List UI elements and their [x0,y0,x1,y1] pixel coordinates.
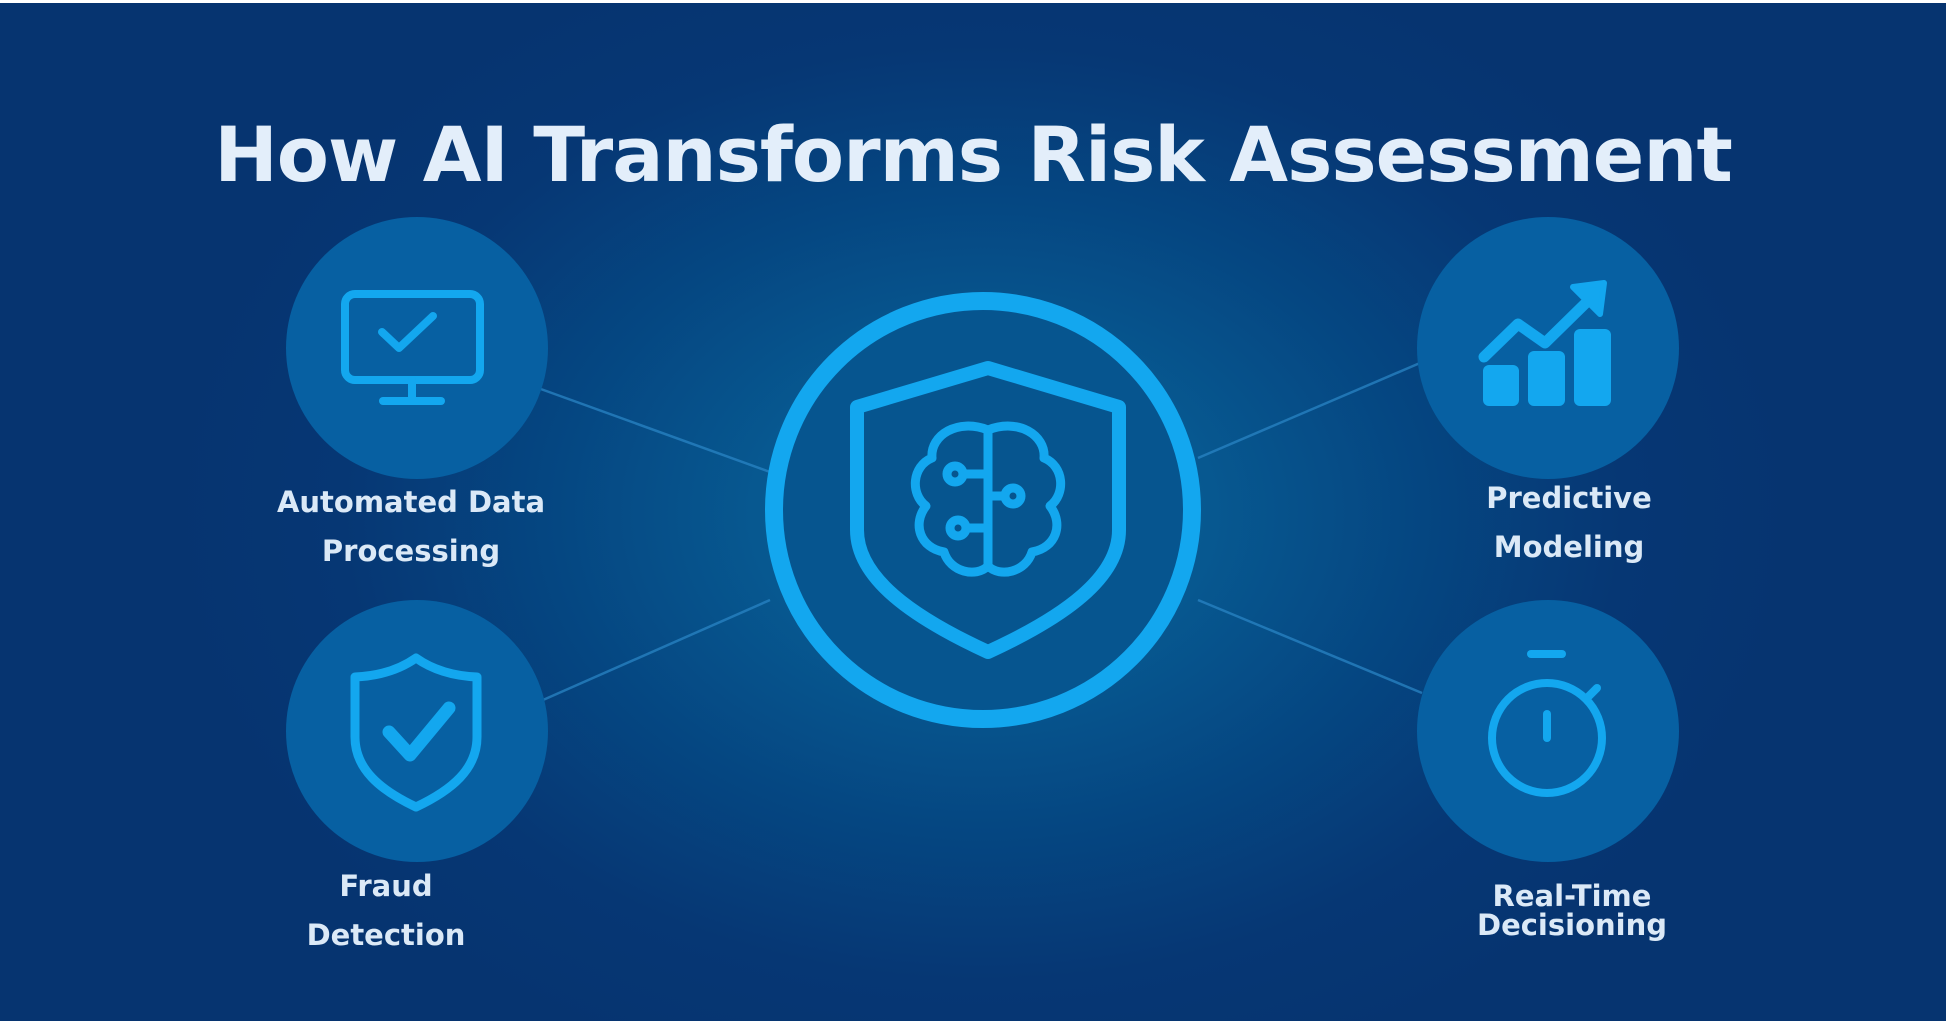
chart-growth-icon [1478,280,1611,406]
infographic-canvas: How AI Transforms Risk Assessment Automa… [0,0,1950,1024]
label-fraud-detection: Fraud Detection [306,869,466,952]
node-predictive-modeling [1417,217,1679,479]
label-automated-data-processing: Automated Data Processing [276,485,546,568]
shield-check-icon [350,653,482,812]
stopwatch-icon [1488,650,1606,797]
node-fraud-detection [286,600,548,862]
node-real-time-decisioning [1417,600,1679,862]
label-real-time-decisioning: Real-Time Decisioning [1477,879,1667,942]
node-automated-data-processing [286,217,548,479]
label-predictive-modeling: Predictive Modeling [1486,481,1652,564]
monitor-check-icon [341,290,484,405]
